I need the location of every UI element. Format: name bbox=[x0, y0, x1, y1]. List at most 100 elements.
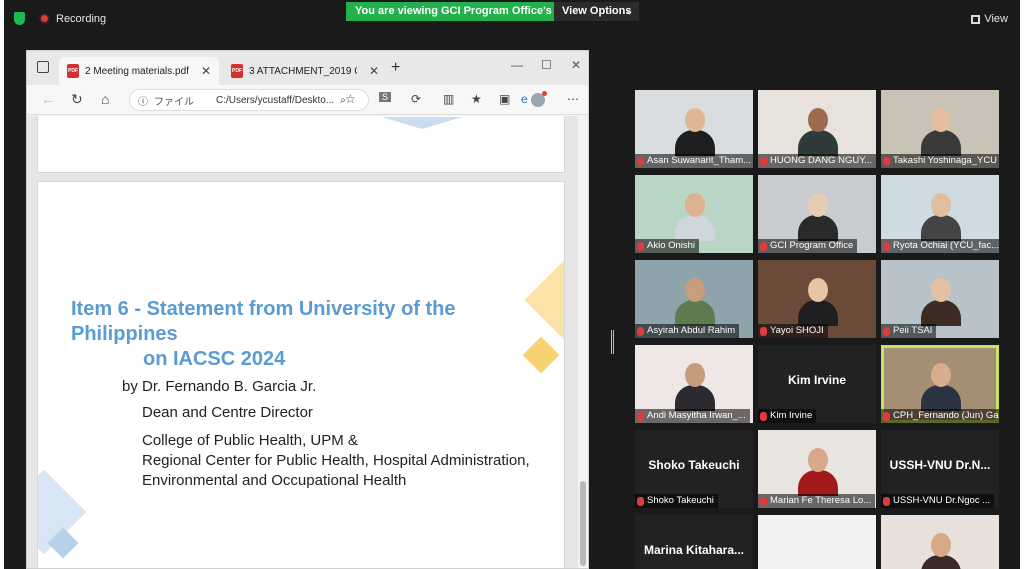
tab-attachment-guidelines[interactable]: PDF 3 ATTACHMENT_2019 Guidelines ✕ bbox=[223, 57, 387, 85]
participant-tile[interactable]: USSH-VNU Dr.N... USSH-VNU Dr.Ngoc ... bbox=[881, 430, 999, 508]
participant-name: Asan Suwanarit_Tham... bbox=[647, 155, 752, 166]
minimize-icon[interactable]: — bbox=[511, 58, 523, 72]
participant-name-tag: GCI Program Office bbox=[758, 239, 858, 253]
participant-tile[interactable]: Akio Onishi bbox=[635, 175, 753, 253]
participant-name: Yayoi SHOJI bbox=[770, 325, 824, 336]
extension-icon[interactable]: ⟳ bbox=[411, 92, 421, 106]
muted-mic-icon bbox=[883, 411, 890, 421]
edge-icon[interactable]: e bbox=[521, 92, 528, 106]
participant-name: Asyirah Abdul Rahim bbox=[647, 325, 736, 336]
participant-name-tag: Marian Fe Theresa Lo... bbox=[758, 494, 876, 508]
participant-tile[interactable]: Shoko Takeuchi Shoko Takeuchi bbox=[635, 430, 753, 508]
participant-display-name: Kim Irvine bbox=[787, 373, 847, 387]
participant-name-tag: Kim Irvine bbox=[758, 409, 817, 423]
muted-mic-icon bbox=[883, 156, 890, 166]
participant-name: HUONG DANG NGUY... bbox=[770, 155, 873, 166]
participant-tile[interactable]: Asan Suwanarit_Tham... bbox=[635, 90, 753, 168]
participant-name-tag: Yayoi SHOJI bbox=[758, 324, 828, 338]
pdf-page bbox=[37, 116, 565, 173]
slide-title-line: Item 6 - Statement from University of th… bbox=[71, 298, 456, 345]
participant-tile[interactable] bbox=[881, 515, 999, 569]
favorites-icon[interactable]: ★ bbox=[471, 92, 482, 106]
close-tab-icon[interactable]: ✕ bbox=[201, 64, 211, 78]
participant-tile[interactable]: Yayoi SHOJI bbox=[758, 260, 876, 338]
slide-byline: by Dr. Fernando B. Garcia Jr. bbox=[122, 378, 317, 395]
participant-tile[interactable] bbox=[758, 515, 876, 569]
recording-indicator[interactable]: Recording bbox=[14, 12, 106, 25]
security-shield-icon[interactable] bbox=[14, 12, 25, 25]
participant-name: Peii TSAI bbox=[893, 325, 933, 336]
muted-mic-icon bbox=[637, 326, 644, 336]
pdf-icon: PDF bbox=[67, 64, 79, 78]
participant-name: CPH_Fernando (Jun) Gar... bbox=[893, 410, 999, 421]
info-icon[interactable]: ⓘ bbox=[138, 93, 148, 108]
refresh-icon[interactable]: ↻ bbox=[71, 91, 83, 108]
home-icon[interactable]: ⌂ bbox=[101, 91, 109, 107]
participant-tile[interactable]: Ryota Ochiai (YCU_fac... bbox=[881, 175, 999, 253]
participant-name: Akio Onishi bbox=[647, 240, 696, 251]
slide-affiliation-line: College of Public Health, UPM & bbox=[142, 432, 358, 449]
participant-tile[interactable]: GCI Program Office bbox=[758, 175, 876, 253]
view-button[interactable]: View bbox=[971, 13, 1008, 25]
participant-display-name: Shoko Takeuchi bbox=[648, 458, 740, 472]
participant-name-tag: Shoko Takeuchi bbox=[635, 494, 718, 508]
participant-tile[interactable]: Kim Irvine Kim Irvine bbox=[758, 345, 876, 423]
view-options-label: View Options bbox=[562, 5, 632, 17]
participant-name-tag: Andi Masyitha Irwan_... bbox=[635, 409, 750, 423]
participant-name-tag: HUONG DANG NGUY... bbox=[758, 154, 876, 168]
participant-tile[interactable]: Marina Kitahara... bbox=[635, 515, 753, 569]
participant-name: GCI Program Office bbox=[770, 240, 854, 251]
recording-icon bbox=[39, 13, 50, 24]
maximize-icon[interactable]: ☐ bbox=[541, 58, 552, 72]
slide-decoration bbox=[382, 117, 462, 129]
participant-tile[interactable]: Asyirah Abdul Rahim bbox=[635, 260, 753, 338]
more-icon[interactable]: ⋯ bbox=[567, 92, 579, 106]
slide-position: Dean and Centre Director bbox=[142, 404, 313, 421]
participant-tile[interactable]: Takashi Yoshinaga_YCU bbox=[881, 90, 999, 168]
tab-label: 2 Meeting materials.pdf bbox=[85, 65, 189, 77]
participant-tile[interactable]: Marian Fe Theresa Lo... bbox=[758, 430, 876, 508]
muted-mic-icon bbox=[883, 241, 890, 251]
split-screen-icon[interactable]: ▥ bbox=[443, 92, 454, 106]
participant-video bbox=[798, 193, 838, 241]
participant-tile[interactable]: HUONG DANG NGUY... bbox=[758, 90, 876, 168]
address-prefix: ファイル bbox=[154, 96, 194, 108]
participant-display-name: USSH-VNU Dr.N... bbox=[889, 458, 991, 472]
view-options-button[interactable]: View Options ⌄ bbox=[554, 2, 639, 21]
panel-resize-handle[interactable] bbox=[611, 330, 614, 354]
collections-icon[interactable]: ▣ bbox=[499, 92, 510, 106]
new-tab-icon[interactable]: + bbox=[391, 59, 400, 77]
participant-display-name: Marina Kitahara... bbox=[643, 543, 745, 557]
participant-tile[interactable]: Peii TSAI bbox=[881, 260, 999, 338]
extension-icon[interactable]: S bbox=[379, 92, 392, 102]
muted-mic-icon bbox=[760, 326, 767, 336]
tab-actions-icon[interactable] bbox=[37, 61, 49, 73]
address-input[interactable]: ⓘ ファイル C:/Users/ycustaff/Deskto... ⌕ bbox=[129, 89, 369, 111]
close-window-icon[interactable]: ✕ bbox=[571, 58, 581, 72]
address-bar-row: ← ↻ ⌂ ⓘ ファイル C:/Users/ycustaff/Deskto...… bbox=[27, 85, 588, 115]
muted-mic-icon bbox=[760, 496, 767, 506]
view-label: View bbox=[984, 13, 1008, 25]
participant-video bbox=[921, 193, 961, 241]
address-path: C:/Users/ycustaff/Deskto... bbox=[216, 94, 335, 106]
tab-meeting-materials[interactable]: PDF 2 Meeting materials.pdf ✕ bbox=[59, 57, 219, 85]
vertical-scrollbar[interactable] bbox=[578, 116, 588, 568]
favorite-icon[interactable]: ☆ bbox=[345, 92, 356, 106]
participant-video bbox=[798, 278, 838, 326]
meeting-top-bar: Recording You are viewing GCI Program Of… bbox=[4, 0, 1020, 38]
participant-name: Marian Fe Theresa Lo... bbox=[770, 495, 872, 506]
participant-video bbox=[921, 363, 961, 411]
back-icon[interactable]: ← bbox=[41, 91, 55, 107]
participant-video bbox=[921, 108, 961, 156]
participant-video bbox=[675, 363, 715, 411]
participant-name: Shoko Takeuchi bbox=[647, 495, 714, 506]
muted-mic-icon bbox=[760, 241, 767, 251]
profile-avatar[interactable] bbox=[531, 91, 547, 107]
close-tab-icon[interactable]: ✕ bbox=[369, 64, 379, 78]
participant-tile[interactable]: CPH_Fernando (Jun) Gar... bbox=[881, 345, 999, 423]
scrollbar-thumb[interactable] bbox=[580, 481, 586, 566]
muted-mic-icon bbox=[637, 496, 644, 506]
participant-tile[interactable]: Andi Masyitha Irwan_... bbox=[635, 345, 753, 423]
participant-name-tag: Peii TSAI bbox=[881, 324, 937, 338]
muted-mic-icon bbox=[637, 411, 644, 421]
